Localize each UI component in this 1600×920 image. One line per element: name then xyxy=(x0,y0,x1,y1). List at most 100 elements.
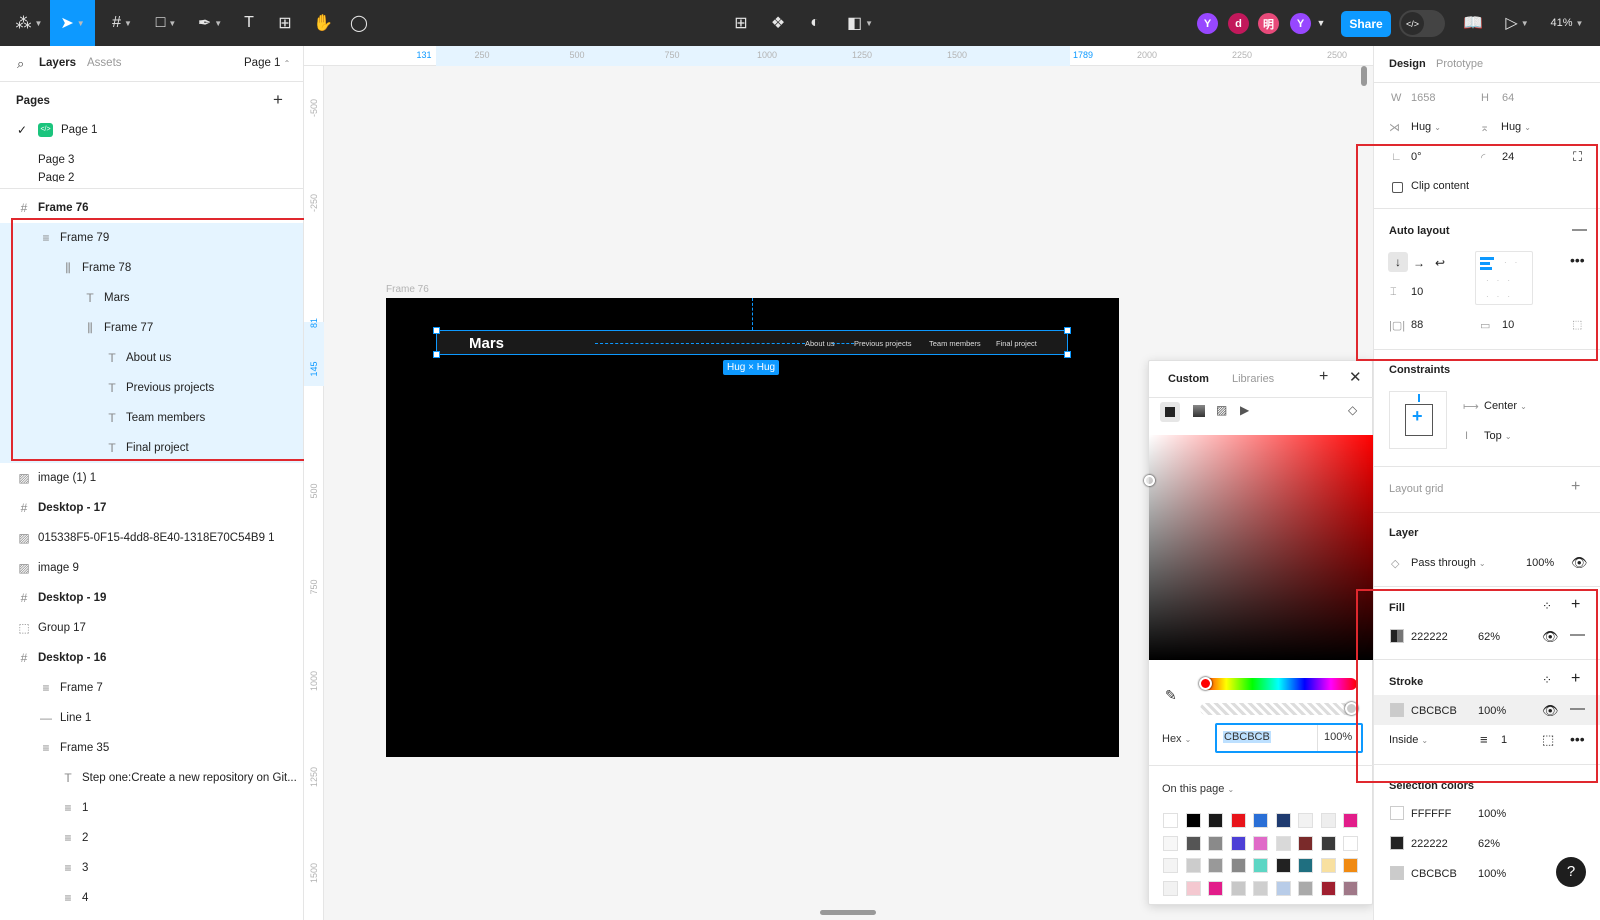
layer-item[interactable]: T Team members xyxy=(0,403,303,433)
layer-opacity-input[interactable]: 100% xyxy=(1526,557,1554,569)
selection-color-hex[interactable]: 222222 xyxy=(1411,838,1448,850)
layer-item[interactable]: ⫼ Frame 77 xyxy=(0,313,303,343)
width-input[interactable]: 1658 xyxy=(1411,92,1435,104)
opacity-value[interactable]: 100% xyxy=(1324,731,1352,743)
contrast-button[interactable]: ◐ xyxy=(802,0,828,46)
comment-button[interactable]: ◯ xyxy=(346,0,372,46)
hue-slider[interactable] xyxy=(1199,677,1357,690)
color-swatch[interactable] xyxy=(1208,880,1223,896)
pen-tool-button[interactable]: ✒ ▼ xyxy=(192,0,228,46)
layer-item[interactable]: ≡ Frame 79 xyxy=(0,223,303,253)
nav-link[interactable]: Final project xyxy=(996,339,1037,348)
vertical-padding-input[interactable]: 10 xyxy=(1502,319,1514,331)
color-swatch[interactable] xyxy=(1230,835,1246,851)
library-button[interactable]: 📖 xyxy=(1460,0,1486,46)
stroke-opacity-input[interactable]: 100% xyxy=(1478,705,1506,717)
solid-fill-button[interactable] xyxy=(1160,402,1180,422)
vertical-scrollbar[interactable] xyxy=(1361,66,1367,86)
layer-item[interactable]: ▨ image (1) 1 xyxy=(0,463,303,493)
individual-padding-icon[interactable]: ⬚ xyxy=(1572,318,1582,331)
stroke-hex-input[interactable]: CBCBCB xyxy=(1411,705,1457,717)
color-swatch[interactable] xyxy=(1163,880,1178,896)
color-swatch[interactable] xyxy=(1253,813,1268,828)
remove-stroke-icon[interactable]: — xyxy=(1570,700,1585,717)
add-stroke-icon[interactable]: + xyxy=(1571,670,1580,688)
horizontal-padding-input[interactable]: 88 xyxy=(1411,319,1423,331)
add-fill-icon[interactable]: + xyxy=(1571,596,1580,614)
wrap-icon[interactable]: ↩ xyxy=(1435,256,1445,270)
color-swatch[interactable] xyxy=(1185,813,1201,828)
eye-icon[interactable]: 👁 xyxy=(1542,703,1559,719)
stroke-weight-input[interactable]: 1 xyxy=(1501,734,1507,746)
selection-color-opacity[interactable]: 100% xyxy=(1478,808,1506,820)
style-grid-icon[interactable]: ⁘ xyxy=(1542,599,1552,613)
color-swatch[interactable] xyxy=(1253,880,1268,896)
layer-item[interactable]: T About us xyxy=(0,343,303,373)
blend-mode-dropdown[interactable]: Pass through ⌄ xyxy=(1411,557,1486,569)
color-format-dropdown[interactable]: Hex ⌄ xyxy=(1162,733,1191,745)
color-swatch[interactable] xyxy=(1343,858,1358,873)
gradient-fill-icon[interactable] xyxy=(1193,405,1205,417)
color-swatch[interactable] xyxy=(1230,858,1246,873)
selection-color-hex[interactable]: CBCBCB xyxy=(1411,868,1457,880)
hue-handle[interactable] xyxy=(1199,677,1212,690)
nav-link[interactable]: Team members xyxy=(929,339,981,348)
layer-item[interactable]: ≡ 4 xyxy=(0,883,303,913)
resize-handle[interactable] xyxy=(1064,327,1071,334)
color-swatch[interactable] xyxy=(1320,813,1336,828)
help-button[interactable]: ? xyxy=(1556,857,1586,887)
alignment-box[interactable]: ·· ··· ··· xyxy=(1475,251,1533,305)
selection-color-chip[interactable] xyxy=(1390,836,1404,850)
shape-tool-button[interactable]: □ ▼ xyxy=(148,0,184,46)
layer-item[interactable]: ≡ Frame 35 xyxy=(0,733,303,763)
layer-item[interactable]: # Desktop - 16 xyxy=(0,643,303,673)
layer-item[interactable]: ≡ Frame 7 xyxy=(0,673,303,703)
tab-prototype[interactable]: Prototype xyxy=(1436,58,1483,70)
tab-assets[interactable]: Assets xyxy=(87,57,122,69)
horizontal-constraint-dropdown[interactable]: Center ⌄ xyxy=(1484,400,1527,412)
color-swatch[interactable] xyxy=(1163,835,1178,851)
layer-item[interactable]: # Frame 76 xyxy=(0,193,303,223)
component-button[interactable]: ❖ xyxy=(765,0,791,46)
layer-item[interactable]: T Final project xyxy=(0,433,303,463)
more-options-icon[interactable]: ••• xyxy=(1570,731,1585,747)
resources-button[interactable]: ⊞ xyxy=(272,0,298,46)
independent-corners-icon[interactable]: ⛶ xyxy=(1573,149,1582,165)
remove-fill-icon[interactable]: — xyxy=(1570,626,1585,643)
frame-76[interactable]: Mars About us Previous projects Team mem… xyxy=(386,298,1119,757)
main-menu-button[interactable]: ⁂ ▼ xyxy=(10,0,48,46)
layer-item[interactable]: # Desktop - 17 xyxy=(0,493,303,523)
swatch-source-dropdown[interactable]: On this page ⌄ xyxy=(1162,783,1234,795)
gap-input[interactable]: 10 xyxy=(1411,286,1423,298)
move-tool-button[interactable]: ➤ ▼ xyxy=(50,0,95,46)
frame-tool-button[interactable]: # ▼ xyxy=(104,0,140,46)
fill-opacity-input[interactable]: 62% xyxy=(1478,631,1500,643)
avatar[interactable]: Y xyxy=(1290,13,1311,34)
saturation-brightness-area[interactable] xyxy=(1144,435,1374,660)
opacity-slider[interactable] xyxy=(1200,702,1358,715)
page-selector[interactable]: Page 1 ⌃ xyxy=(244,57,290,69)
avatar[interactable]: Y xyxy=(1197,13,1218,34)
style-grid-icon[interactable]: ⁘ xyxy=(1542,673,1552,687)
stroke-sides-icon[interactable]: ⬚ xyxy=(1542,732,1554,748)
layer-item[interactable]: ⬚ Group 17 xyxy=(0,613,303,643)
color-swatch[interactable] xyxy=(1253,835,1268,851)
vertical-constraint-dropdown[interactable]: Top ⌄ xyxy=(1484,430,1512,442)
color-swatch[interactable] xyxy=(1208,813,1223,828)
color-swatch[interactable] xyxy=(1208,835,1223,851)
color-swatch[interactable] xyxy=(1163,858,1178,873)
tab-custom[interactable]: Custom xyxy=(1168,373,1209,385)
layer-item[interactable]: # Desktop - 19 xyxy=(0,583,303,613)
page-item[interactable]: ✓ </> Page 1 xyxy=(0,115,303,145)
avatar[interactable]: d xyxy=(1228,13,1249,34)
layer-item[interactable]: T Mars xyxy=(0,283,303,313)
resize-handle[interactable] xyxy=(433,327,440,334)
color-swatch[interactable] xyxy=(1343,835,1358,851)
eye-icon[interactable]: 👁 xyxy=(1542,629,1559,645)
selection-color-opacity[interactable]: 100% xyxy=(1478,868,1506,880)
zoom-dropdown[interactable]: 41% ▼ xyxy=(1543,0,1591,46)
opacity-handle[interactable] xyxy=(1345,702,1358,715)
eye-icon[interactable]: 👁 xyxy=(1571,555,1588,571)
boolean-button[interactable]: ◧ ▼ xyxy=(842,0,878,46)
layer-item[interactable]: ≡ 3 xyxy=(0,853,303,883)
